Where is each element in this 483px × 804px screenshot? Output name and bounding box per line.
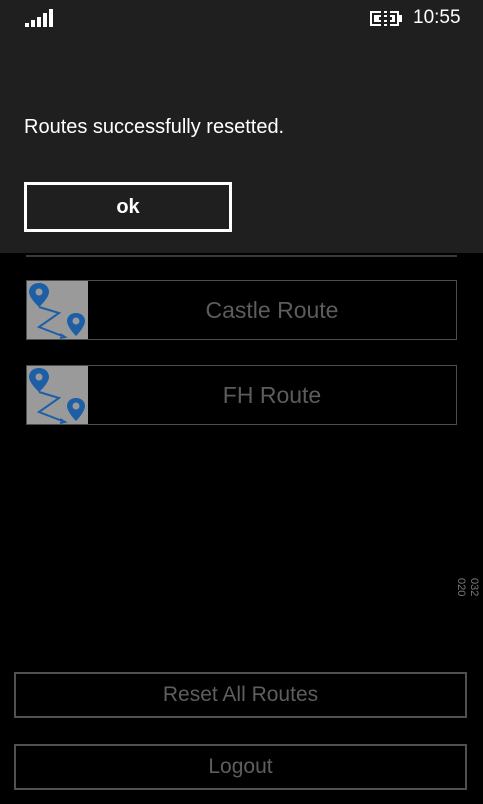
route-label: FH Route (222, 381, 322, 408)
battery-charging-icon (370, 11, 402, 26)
route-item-fh[interactable]: FH Route (26, 365, 457, 425)
dialog-message: Routes successfully resetted. (24, 116, 285, 138)
logout-button[interactable]: Logout (14, 744, 467, 790)
clock: 10:55 (413, 7, 461, 28)
status-bar: 10:55 (0, 0, 483, 34)
route-item-castle[interactable]: Castle Route (26, 280, 457, 340)
route-label: Castle Route (205, 296, 339, 323)
signal-bars-icon (25, 9, 53, 27)
route-map-icon (27, 366, 88, 424)
ok-button[interactable]: ok (24, 182, 232, 232)
reset-all-routes-button[interactable]: Reset All Routes (14, 672, 467, 718)
version-line-1: 032 (468, 578, 480, 597)
route-map-icon (27, 281, 88, 339)
app-screen: 10:55 Routes successfully resetted. ok C… (0, 0, 483, 804)
version-line-2: 020 (455, 578, 467, 597)
version-text: 032 020 (454, 578, 480, 618)
message-dialog: 10:55 Routes successfully resetted. ok (0, 0, 483, 253)
